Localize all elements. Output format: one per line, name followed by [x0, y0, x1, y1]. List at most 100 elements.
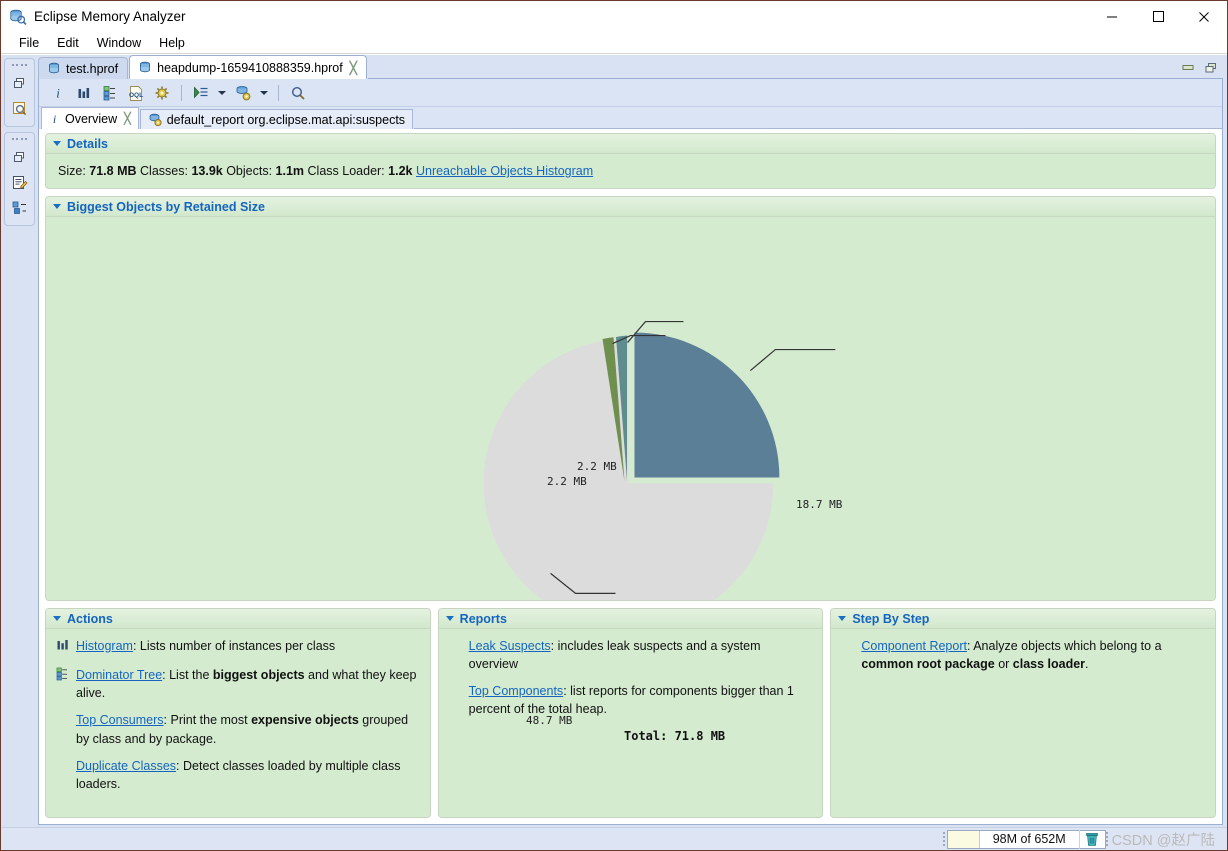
bottom-panels: Actions Histogram: Lists number of insta… [45, 608, 1217, 818]
size-label: Size: [58, 164, 86, 178]
dom-seg-0: : List the [162, 668, 213, 683]
step-by-step-header[interactable]: Step By Step [831, 609, 1216, 629]
editor-area: test.hprof heapdump-1659410888359.hprof … [38, 55, 1223, 825]
objects-value: 1.1m [275, 164, 305, 178]
editor-tab-heapdump[interactable]: heapdump-1659410888359.hprof ╳ [129, 55, 367, 79]
application-window: Eclipse Memory Analyzer File Edit Window… [0, 0, 1228, 851]
editor-tab-test-hprof[interactable]: test.hprof [38, 57, 129, 79]
cr-seg-3: class loader [1012, 657, 1086, 672]
run-expert-system-icon[interactable] [190, 82, 212, 104]
heap-dump-history-icon[interactable] [8, 97, 31, 120]
dominator-tree-link[interactable]: Dominator Tree [76, 668, 162, 682]
notes-icon[interactable] [8, 171, 31, 194]
svg-text:OQL: OQL [129, 92, 143, 99]
inspector-icon[interactable] [8, 196, 31, 219]
heap-dump-icon-active [138, 61, 152, 75]
menu-help[interactable]: Help [150, 34, 194, 52]
watermark: CSDN @赵广陆 [1111, 832, 1215, 849]
tc-seg-1: expensive objects [251, 713, 359, 728]
menu-file[interactable]: File [10, 34, 48, 52]
dominator-tree-icon[interactable] [99, 82, 121, 104]
editor-tab-row: test.hprof heapdump-1659410888359.hprof … [38, 55, 1223, 79]
title-bar: Eclipse Memory Analyzer [1, 1, 1227, 32]
pie-label-gray: 48.7 MB [526, 714, 573, 727]
classes-label: Classes: [140, 164, 188, 178]
menu-window[interactable]: Window [88, 34, 150, 52]
chevron-down-icon-details[interactable] [53, 141, 61, 146]
minimize-button[interactable] [1089, 1, 1135, 32]
search-icon[interactable] [287, 82, 309, 104]
histogram-icon-small [56, 637, 76, 657]
close-icon-overview[interactable]: ╳ [124, 112, 131, 125]
biggest-objects-section: Biggest Objects by Retained Size 2.2 MB … [45, 196, 1216, 743]
chevron-down-icon-sbs[interactable] [838, 616, 847, 621]
top-components-link[interactable]: Top Components [469, 684, 564, 698]
toolbar-separator-1 [181, 84, 182, 101]
restore-icon[interactable] [8, 72, 31, 95]
editor-tab-filler [367, 57, 1223, 79]
query-browser-icon[interactable] [232, 82, 254, 104]
chevron-down-icon-query[interactable] [258, 82, 270, 104]
biggest-objects-title: Biggest Objects by Retained Size [67, 199, 265, 214]
drag-handle-dots[interactable] [11, 62, 28, 68]
dominator-tree-icon-small [56, 666, 76, 686]
menu-bar: File Edit Window Help [1, 32, 1227, 54]
inner-tab-row: i Overview ╳ default_report org.eclipse.… [39, 107, 1222, 129]
component-report-link[interactable]: Component Report [861, 639, 967, 653]
close-icon[interactable]: ╳ [350, 61, 357, 75]
histogram-link[interactable]: Histogram [76, 639, 133, 653]
pie-label-teal: 2.2 MB [547, 475, 587, 488]
unreachable-objects-histogram-link[interactable]: Unreachable Objects Histogram [416, 164, 593, 178]
step-by-step-title: Step By Step [852, 611, 930, 626]
action-dominator-tree: Dominator Tree: List the biggest objects… [56, 666, 420, 702]
actions-title: Actions [67, 611, 113, 626]
report-leak-suspects-text: Leak Suspects: includes leak suspects an… [449, 637, 813, 673]
heap-status-widget[interactable]: 98M of 652M [942, 829, 1110, 849]
step-component-report: Component Report: Analyze objects which … [841, 637, 1205, 673]
biggest-objects-header[interactable]: Biggest Objects by Retained Size [46, 197, 1215, 217]
action-duplicate-classes: Duplicate Classes: Detect classes loaded… [56, 757, 420, 793]
report-icon [148, 113, 162, 127]
oql-icon[interactable]: OQL [125, 82, 147, 104]
actions-header[interactable]: Actions [46, 609, 430, 629]
top-consumers-link[interactable]: Top Consumers [76, 713, 164, 727]
report-top-components-text: Top Components: list reports for compone… [449, 682, 813, 718]
details-section: Details Size: 71.8 MB Classes: 13.9k Obj… [45, 133, 1216, 189]
heap-monitor[interactable]: 98M of 652M [946, 829, 1106, 849]
drag-handle-dots-2[interactable] [11, 136, 28, 142]
maximize-editor-icon[interactable] [1204, 62, 1218, 74]
histogram-icon[interactable] [73, 82, 95, 104]
retained-size-pie-chart[interactable]: 2.2 MB 2.2 MB 18.7 MB 48.7 MB Total: 71.… [46, 217, 1215, 743]
cr-seg-1: common root package [861, 657, 995, 672]
overview-info-icon[interactable]: i [47, 82, 69, 104]
heap-usage-bar [947, 830, 980, 848]
chevron-down-icon-expert[interactable] [216, 82, 228, 104]
step-component-report-text: Component Report: Analyze objects which … [841, 637, 1205, 673]
close-button[interactable] [1181, 1, 1227, 32]
chevron-down-icon-reports[interactable] [445, 616, 454, 621]
tab-overview-label: Overview [65, 111, 118, 126]
tab-default-report[interactable]: default_report org.eclipse.mat.api:suspe… [139, 109, 414, 129]
reports-header[interactable]: Reports [438, 609, 823, 629]
details-section-header[interactable]: Details [46, 134, 1215, 154]
details-title: Details [67, 136, 108, 151]
maximize-button[interactable] [1135, 1, 1181, 32]
chevron-down-icon-actions[interactable] [53, 616, 61, 621]
action-histogram-desc: : Lists number of instances per class [132, 639, 336, 653]
details-line: Size: 71.8 MB Classes: 13.9k Objects: 1.… [58, 164, 1205, 178]
duplicate-classes-link[interactable]: Duplicate Classes [76, 759, 176, 773]
step-by-step-body: Component Report: Analyze objects which … [831, 629, 1215, 692]
tab-overview[interactable]: i Overview ╳ [41, 107, 139, 129]
chevron-down-icon-chart[interactable] [53, 204, 61, 209]
trim-group-2 [4, 132, 35, 226]
leak-suspects-link[interactable]: Leak Suspects [469, 639, 551, 653]
restore-icon-2[interactable] [8, 146, 31, 169]
trash-icon[interactable] [1078, 829, 1105, 849]
minimize-editor-icon[interactable] [1181, 62, 1195, 74]
action-duplicate-classes-text: Duplicate Classes: Detect classes loaded… [56, 757, 420, 793]
calculate-retained-size-icon[interactable] [151, 82, 173, 104]
menu-edit[interactable]: Edit [48, 34, 88, 52]
status-bar: 98M of 652M CSDN @赵广陆 [1, 827, 1227, 850]
cr-seg-4: . [1085, 657, 1089, 672]
heap-dump-icon [47, 62, 61, 76]
